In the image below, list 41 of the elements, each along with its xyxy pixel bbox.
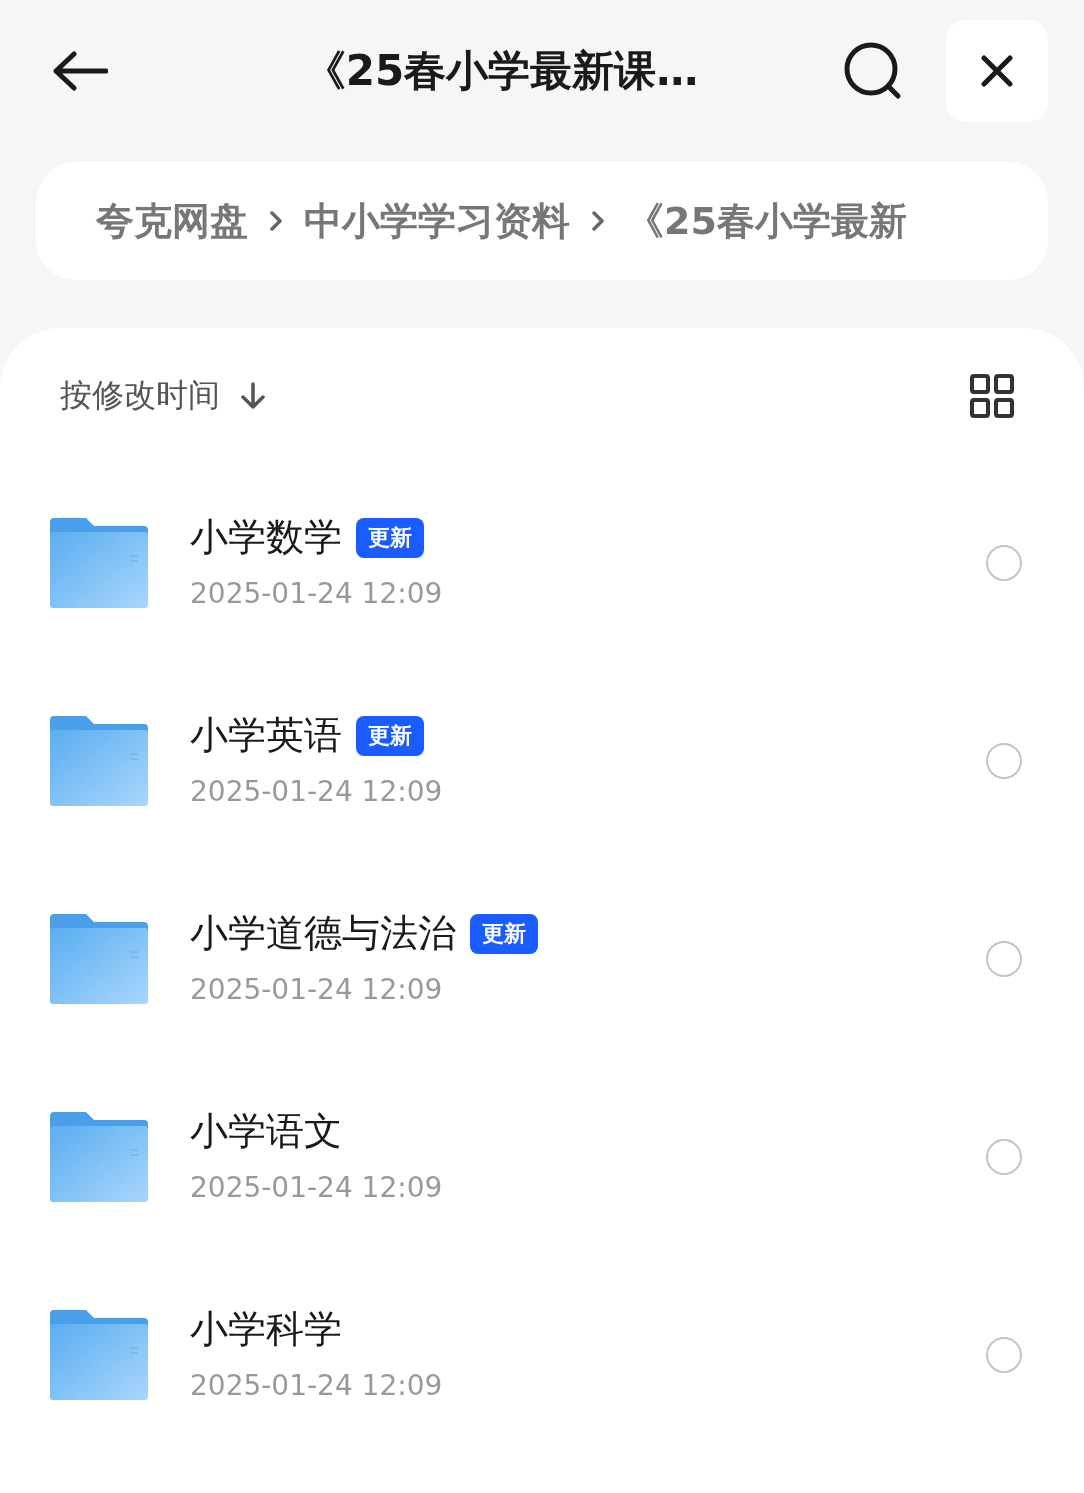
update-badge: 更新 (356, 715, 424, 756)
folder-icon (50, 1112, 148, 1202)
close-button[interactable] (946, 20, 1048, 122)
folder-name: 小学语文 (190, 1108, 342, 1155)
select-radio[interactable] (986, 1337, 1022, 1373)
select-radio[interactable] (986, 1139, 1022, 1175)
modified-date: 2025-01-24 12:09 (190, 973, 444, 1006)
sort-label[interactable]: 按修改时间 (60, 374, 220, 418)
folder-row[interactable]: 小学数学 更新 2025-01-24 12:09 (50, 464, 1084, 662)
breadcrumb-item[interactable]: 中小学学习资料 (304, 195, 570, 247)
folder-name: 小学英语 (190, 712, 342, 759)
chevron-icon (592, 211, 604, 231)
folder-icon (50, 518, 148, 608)
select-radio[interactable] (986, 743, 1022, 779)
window-title: 《25春小学最新课… (302, 45, 700, 97)
folder-name: 小学科学 (190, 1306, 342, 1353)
breadcrumb-item[interactable]: 《25春小学最新 (626, 195, 907, 247)
modified-date: 2025-01-24 12:09 (190, 1171, 444, 1204)
folder-icon (50, 914, 148, 1004)
folder-row[interactable]: 小学语文 2025-01-24 12:09 (50, 1058, 1084, 1256)
grid-view-icon[interactable] (970, 374, 1014, 418)
close-icon (981, 55, 1013, 87)
chevron-icon (270, 211, 282, 231)
select-radio[interactable] (986, 545, 1022, 581)
down-arrow-icon[interactable] (238, 381, 268, 411)
folder-row[interactable]: 小学道德与法治 更新 2025-01-24 12:09 (50, 860, 1084, 1058)
folder-row[interactable]: 小学科学 2025-01-24 12:09 (50, 1256, 1084, 1454)
modified-date: 2025-01-24 12:09 (190, 577, 444, 610)
folder-icon (50, 716, 148, 806)
update-badge: 更新 (470, 913, 538, 954)
back-icon[interactable] (52, 51, 108, 91)
folder-name: 小学数学 (190, 514, 342, 561)
folder-icon (50, 1310, 148, 1400)
folder-name: 小学道德与法治 (190, 910, 456, 957)
folder-row[interactable]: 小学英语 更新 2025-01-24 12:09 (50, 662, 1084, 860)
modified-date: 2025-01-24 12:09 (190, 1369, 444, 1402)
modified-date: 2025-01-24 12:09 (190, 775, 444, 808)
select-radio[interactable] (986, 941, 1022, 977)
breadcrumb-item[interactable]: 夸克网盘 (96, 195, 248, 247)
search-icon[interactable] (844, 42, 902, 100)
update-badge: 更新 (356, 517, 424, 558)
